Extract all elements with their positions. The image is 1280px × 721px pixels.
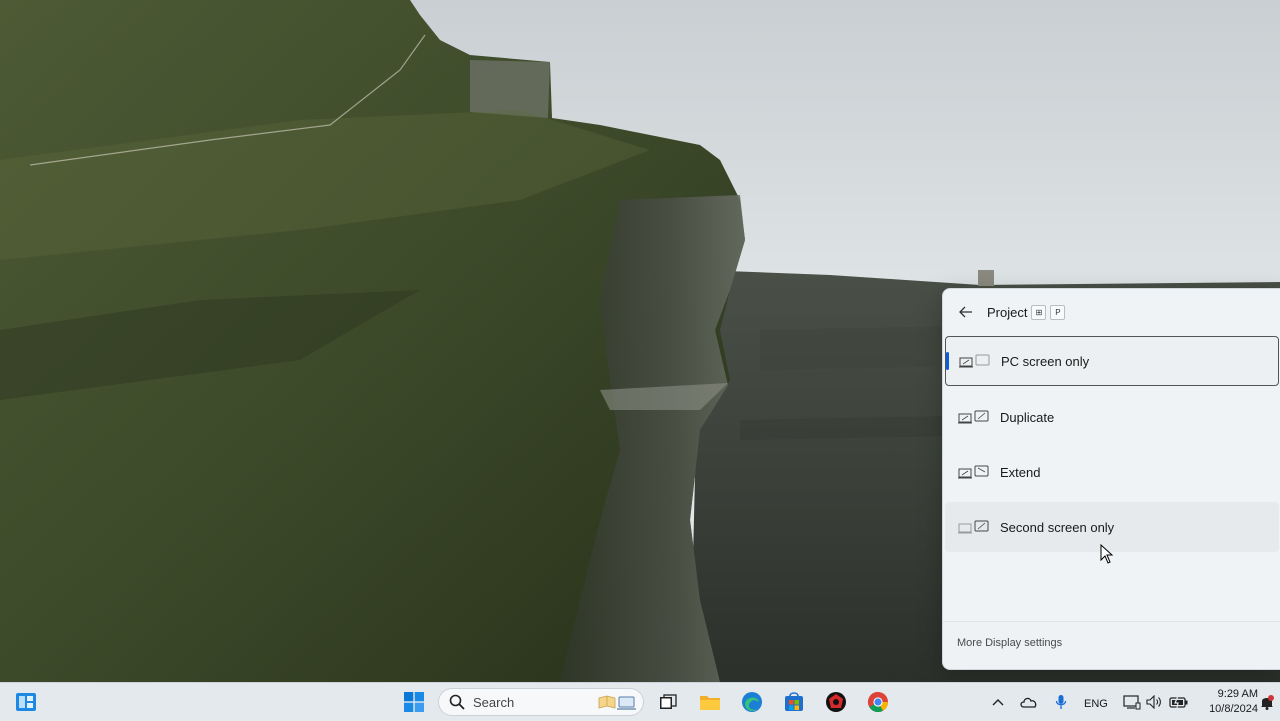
mouse-cursor-icon xyxy=(1100,544,1114,564)
option-duplicate[interactable]: Duplicate xyxy=(945,392,1279,442)
second-screen-only-icon xyxy=(958,520,989,534)
search-highlight-image xyxy=(598,695,636,710)
option-label: PC screen only xyxy=(1001,353,1090,369)
clock-time: 9:29 AM xyxy=(1217,688,1258,700)
clock-date: 10/8/2024 xyxy=(1209,703,1258,715)
extend-icon xyxy=(958,465,989,479)
option-label: Duplicate xyxy=(1000,409,1055,425)
taskbar: Search ENG 9:29 AM 10/8/2024 xyxy=(0,682,1280,721)
back-arrow-icon[interactable] xyxy=(955,301,977,323)
widgets-icon[interactable] xyxy=(12,688,40,716)
network-icon[interactable] xyxy=(1120,688,1144,716)
p-key-badge: P xyxy=(1050,304,1066,320)
option-label: Second screen only xyxy=(1000,519,1115,535)
search-icon xyxy=(449,694,465,710)
windows-key-badge: ⊞ xyxy=(1031,304,1047,320)
flyout-header: Project ⊞ P xyxy=(943,289,1280,335)
duplicate-icon xyxy=(958,410,989,424)
flyout-title: Project xyxy=(987,304,1028,320)
microphone-icon[interactable] xyxy=(1048,688,1074,716)
pc-screen-only-icon xyxy=(959,354,990,368)
chrome-browser-icon[interactable] xyxy=(864,688,892,716)
taskbar-clock[interactable]: 9:29 AM 10/8/2024 xyxy=(1198,687,1258,717)
edge-browser-icon[interactable] xyxy=(738,688,766,716)
microsoft-store-icon[interactable] xyxy=(780,688,808,716)
start-windows-icon[interactable] xyxy=(400,688,428,716)
file-explorer-icon[interactable] xyxy=(696,688,724,716)
language-indicator[interactable]: ENG xyxy=(1084,698,1108,710)
taskbar-search-box[interactable]: Search xyxy=(438,688,644,716)
task-view-icon[interactable] xyxy=(654,688,682,716)
more-display-settings-link[interactable]: More Display settings xyxy=(957,637,1062,649)
selection-indicator xyxy=(946,352,949,370)
project-flyout: Project ⊞ P PC screen only Duplicate Ext… xyxy=(942,288,1280,670)
battery-icon[interactable] xyxy=(1167,688,1191,716)
volume-icon[interactable] xyxy=(1144,688,1164,716)
option-pc-screen-only[interactable]: PC screen only xyxy=(945,336,1279,386)
option-extend[interactable]: Extend xyxy=(945,447,1279,497)
red-app-icon[interactable] xyxy=(822,688,850,716)
flyout-footer: More Display settings xyxy=(943,621,1280,669)
onedrive-cloud-icon[interactable] xyxy=(1016,688,1042,716)
chevron-up-icon[interactable] xyxy=(985,688,1011,716)
option-label: Extend xyxy=(1000,464,1041,480)
notification-bell-icon[interactable] xyxy=(1256,688,1278,716)
search-placeholder: Search xyxy=(473,694,515,710)
